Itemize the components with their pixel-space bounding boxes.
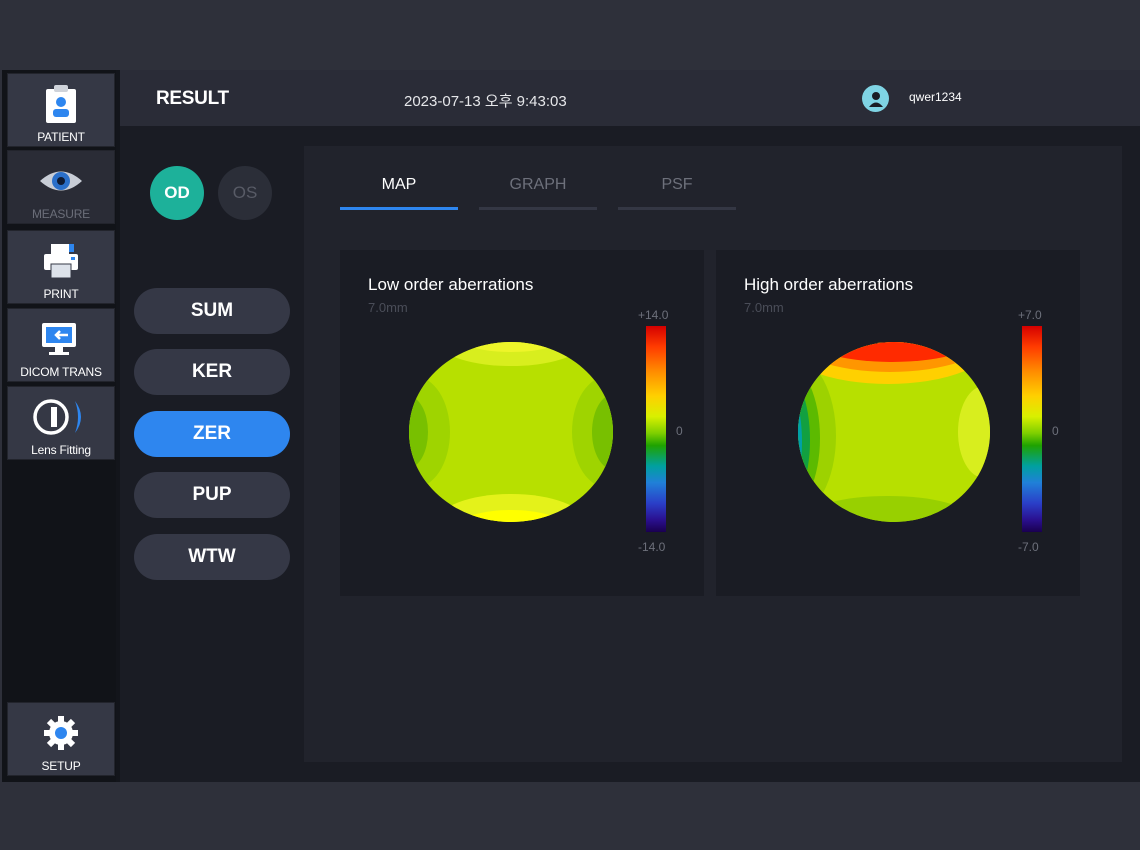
mode-button-ker[interactable]: KER (134, 349, 290, 395)
mode-button-pup[interactable]: PUP (134, 472, 290, 518)
tab-graph[interactable]: GRAPH (479, 176, 597, 210)
main-area: OD OS SUM KER ZER PUP WTW MAP GRAPH PSF … (120, 126, 1140, 782)
sidebar-item-label: Lens Fitting (31, 443, 91, 457)
od-button[interactable]: OD (150, 166, 204, 220)
eye-icon (38, 159, 84, 203)
clipboard-patient-icon (43, 82, 79, 126)
mode-button-zer[interactable]: ZER (134, 411, 290, 457)
low-order-aberration-map (409, 342, 613, 522)
scale-mid-label: 0 (676, 424, 683, 438)
sidebar-item-label: PRINT (43, 287, 79, 301)
high-order-card: High order aberrations 7.0mm +7.0 0 -7.0 (716, 250, 1080, 596)
user-avatar-icon[interactable] (862, 85, 889, 112)
color-scale-bar (1022, 326, 1042, 532)
map-title: Low order aberrations (368, 275, 534, 294)
username-label[interactable]: qwer1234 (909, 90, 962, 104)
pupil-size-label: 7.0mm (744, 300, 784, 315)
sidebar-item-label: MEASURE (32, 207, 90, 221)
scale-min-label: -14.0 (638, 540, 666, 554)
gear-icon (42, 711, 80, 755)
map-title: High order aberrations (744, 275, 914, 294)
high-order-aberration-map (798, 342, 990, 522)
low-order-card: Low order aberrations 7.0mm +14.0 0 -14.… (340, 250, 704, 596)
tab-map[interactable]: MAP (340, 176, 458, 210)
bottom-bezel (0, 782, 1140, 850)
sidebar-item-setup[interactable]: SETUP (7, 702, 115, 776)
os-button[interactable]: OS (218, 166, 272, 220)
scale-mid-label: 0 (1052, 424, 1059, 438)
page-title: RESULT (156, 88, 229, 109)
datetime-display: 2023-07-13 오후 9:43:03 (404, 93, 567, 110)
sidebar-item-label: DICOM TRANS (20, 365, 102, 379)
lens-icon (31, 395, 91, 439)
printer-icon (42, 239, 80, 283)
app-window: PATIENT MEASURE PRINT DICOM TRANS Lens F… (2, 70, 1140, 782)
top-bezel (0, 0, 1140, 70)
mode-button-sum[interactable]: SUM (134, 288, 290, 334)
scale-max-label: +14.0 (638, 308, 669, 322)
mode-button-wtw[interactable]: WTW (134, 534, 290, 580)
color-scale-bar (646, 326, 666, 532)
tab-psf[interactable]: PSF (618, 176, 736, 210)
sidebar: PATIENT MEASURE PRINT DICOM TRANS Lens F… (2, 70, 116, 782)
sidebar-item-measure[interactable]: MEASURE (7, 150, 115, 224)
sidebar-item-label: PATIENT (37, 130, 85, 144)
result-panel: MAP GRAPH PSF Low order aberrations 7.0m… (304, 146, 1122, 762)
scale-min-label: -7.0 (1018, 540, 1039, 554)
monitor-transfer-icon (40, 317, 82, 361)
sidebar-item-patient[interactable]: PATIENT (7, 73, 115, 147)
header-bar: RESULT 2023-07-13 오후 9:43:03 qwer1234 (120, 70, 1140, 126)
sidebar-item-dicom-trans[interactable]: DICOM TRANS (7, 308, 115, 382)
sidebar-item-label: SETUP (41, 759, 81, 773)
sidebar-item-lens-fitting[interactable]: Lens Fitting (7, 386, 115, 460)
sidebar-item-print[interactable]: PRINT (7, 230, 115, 304)
scale-max-label: +7.0 (1018, 308, 1042, 322)
pupil-size-label: 7.0mm (368, 300, 408, 315)
